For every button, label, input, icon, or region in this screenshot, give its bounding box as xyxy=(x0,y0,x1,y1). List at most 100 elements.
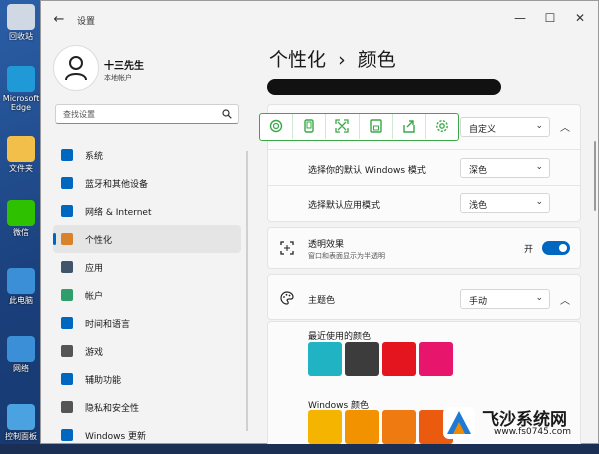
bluetooth-icon xyxy=(61,177,73,189)
search-placeholder: 查找设置 xyxy=(63,110,95,119)
floating-toolbar xyxy=(259,113,459,141)
globe-clock-icon xyxy=(61,317,73,329)
ocr-icon xyxy=(269,119,283,133)
app-mode-select[interactable]: 浅色 ⌄ xyxy=(460,193,550,213)
watermark-url: www.fs0745.com xyxy=(494,427,571,437)
desktop-icon-network[interactable]: 网络 xyxy=(0,336,42,373)
sidebar-item[interactable]: 隐私和安全性 xyxy=(53,393,241,421)
sidebar-item[interactable]: 帐户 xyxy=(53,281,241,309)
desktop-icon-label: 微信 xyxy=(13,228,29,237)
sidebar-scrollbar[interactable] xyxy=(246,151,248,431)
account-type: 本地帐户 xyxy=(104,74,132,82)
recycle-bin-icon xyxy=(7,4,35,30)
palette-icon xyxy=(280,291,294,305)
app-mode-label: 选择默认应用模式 xyxy=(308,201,381,211)
close-button[interactable]: ✕ xyxy=(567,9,593,27)
watermark-logo xyxy=(443,407,475,439)
sidebar-item[interactable]: 网络 & Internet xyxy=(53,197,241,225)
maximize-button[interactable]: ☐ xyxy=(537,9,563,27)
gear-icon xyxy=(435,120,448,132)
ocr-button[interactable] xyxy=(260,114,294,139)
search-input[interactable]: 查找设置 xyxy=(55,104,239,124)
settings-window: ← 设置 — ☐ ✕ 十三先生 本地帐户 查找设置 系统蓝牙和其他设备网络 & … xyxy=(40,0,599,445)
toggle-state-label: 开 xyxy=(524,245,534,255)
transparency-subtitle: 窗口和表面显示为半透明 xyxy=(308,252,385,260)
accent-color-card: 主题色 手动 ⌄ ︿ xyxy=(267,274,581,320)
sidebar-item[interactable]: 个性化 xyxy=(53,225,241,253)
collapse-chevron-icon[interactable]: ︿ xyxy=(560,119,570,134)
chevron-down-icon: ⌄ xyxy=(535,121,543,131)
desktop-icon-label: 此电脑 xyxy=(9,296,33,305)
chevron-down-icon: ⌄ xyxy=(535,197,543,207)
chevron-down-icon: ⌄ xyxy=(535,162,543,172)
share-icon xyxy=(402,120,415,133)
sidebar-item-label: 蓝牙和其他设备 xyxy=(85,180,149,190)
sidebar-item-label: 系统 xyxy=(85,152,104,162)
windows-mode-select[interactable]: 深色 ⌄ xyxy=(460,158,550,178)
recent-color-swatch[interactable] xyxy=(419,342,453,376)
title-bar: ← 设置 — ☐ ✕ xyxy=(41,1,598,37)
chevron-down-icon: ⌄ xyxy=(535,293,543,303)
expand-button[interactable] xyxy=(326,114,360,139)
desktop-icon-edge[interactable]: Microsoft Edge xyxy=(0,66,42,112)
collapse-chevron-icon[interactable]: ︿ xyxy=(560,292,570,307)
accent-title: 主题色 xyxy=(308,296,336,306)
save-button[interactable] xyxy=(360,114,393,139)
windows-color-swatch[interactable] xyxy=(308,410,342,444)
mode-select-value: 自定义 xyxy=(469,125,497,135)
monitor-icon xyxy=(61,149,73,161)
recent-colors-label: 最近使用的颜色 xyxy=(308,332,372,342)
sidebar-item[interactable]: 系统 xyxy=(53,141,241,169)
recent-color-swatch[interactable] xyxy=(345,342,379,376)
windows-color-swatch[interactable] xyxy=(345,410,379,444)
recent-color-swatch[interactable] xyxy=(382,342,416,376)
sidebar-item-label: 隐私和安全性 xyxy=(85,404,140,414)
sidebar-item[interactable]: 游戏 xyxy=(53,337,241,365)
avatar xyxy=(53,45,99,91)
desktop-icon-folder[interactable]: 文件夹 xyxy=(0,136,42,173)
desktop-icon-label: 文件夹 xyxy=(9,164,33,173)
transparency-card: 透明效果 窗口和表面显示为半透明 开 xyxy=(267,227,581,269)
person-icon xyxy=(65,56,87,81)
share-button[interactable] xyxy=(393,114,426,139)
sidebar-item[interactable]: 蓝牙和其他设备 xyxy=(53,169,241,197)
desktop-icon-recycle-bin[interactable]: 回收站 xyxy=(0,4,42,41)
desktop-icon-label: 控制面板 xyxy=(5,432,37,441)
breadcrumb-separator: › xyxy=(338,49,346,71)
wifi-icon xyxy=(61,205,73,217)
sidebar-nav: 系统蓝牙和其他设备网络 & Internet 个性化 应用帐户时间和语言游戏辅助功能… xyxy=(53,141,241,449)
transparency-toggle[interactable] xyxy=(542,241,570,255)
recent-color-swatch[interactable] xyxy=(308,342,342,376)
sidebar-item[interactable]: 应用 xyxy=(53,253,241,281)
desktop-icon-control-panel[interactable]: 控制面板 xyxy=(0,404,42,441)
content-scrollbar[interactable] xyxy=(594,141,596,211)
sidebar-item[interactable]: 辅助功能 xyxy=(53,365,241,393)
phone-button[interactable] xyxy=(293,114,327,139)
minimize-button[interactable]: — xyxy=(507,9,533,27)
back-arrow-icon[interactable]: ← xyxy=(51,12,67,28)
accent-select[interactable]: 手动 ⌄ xyxy=(460,289,550,309)
user-name: 十三先生 xyxy=(104,61,144,72)
apps-icon xyxy=(61,261,73,273)
control-panel-icon xyxy=(7,404,35,430)
sidebar-item-label: 时间和语言 xyxy=(85,320,131,330)
desktop-icon-label: 回收站 xyxy=(9,32,33,41)
windows-color-swatch[interactable] xyxy=(382,410,416,444)
desktop-icon-wechat[interactable]: 微信 xyxy=(0,200,42,237)
breadcrumb-parent[interactable]: 个性化 xyxy=(269,49,326,71)
phone-icon xyxy=(304,119,314,133)
app-mode-value: 浅色 xyxy=(469,201,488,211)
sidebar-item-label: 辅助功能 xyxy=(85,376,122,386)
sidebar-item[interactable]: 时间和语言 xyxy=(53,309,241,337)
accent-select-value: 手动 xyxy=(469,297,488,307)
folder-icon xyxy=(7,136,35,162)
edge-icon xyxy=(7,66,35,92)
desktop-icon-this-pc[interactable]: 此电脑 xyxy=(0,268,42,305)
sidebar-item-label: 帐户 xyxy=(85,292,104,302)
divider xyxy=(268,185,580,186)
gear-button[interactable] xyxy=(426,114,458,139)
mode-select[interactable]: 自定义 ⌄ xyxy=(460,117,550,137)
save-icon xyxy=(369,119,382,133)
taskbar xyxy=(0,444,599,454)
divider xyxy=(268,149,580,150)
